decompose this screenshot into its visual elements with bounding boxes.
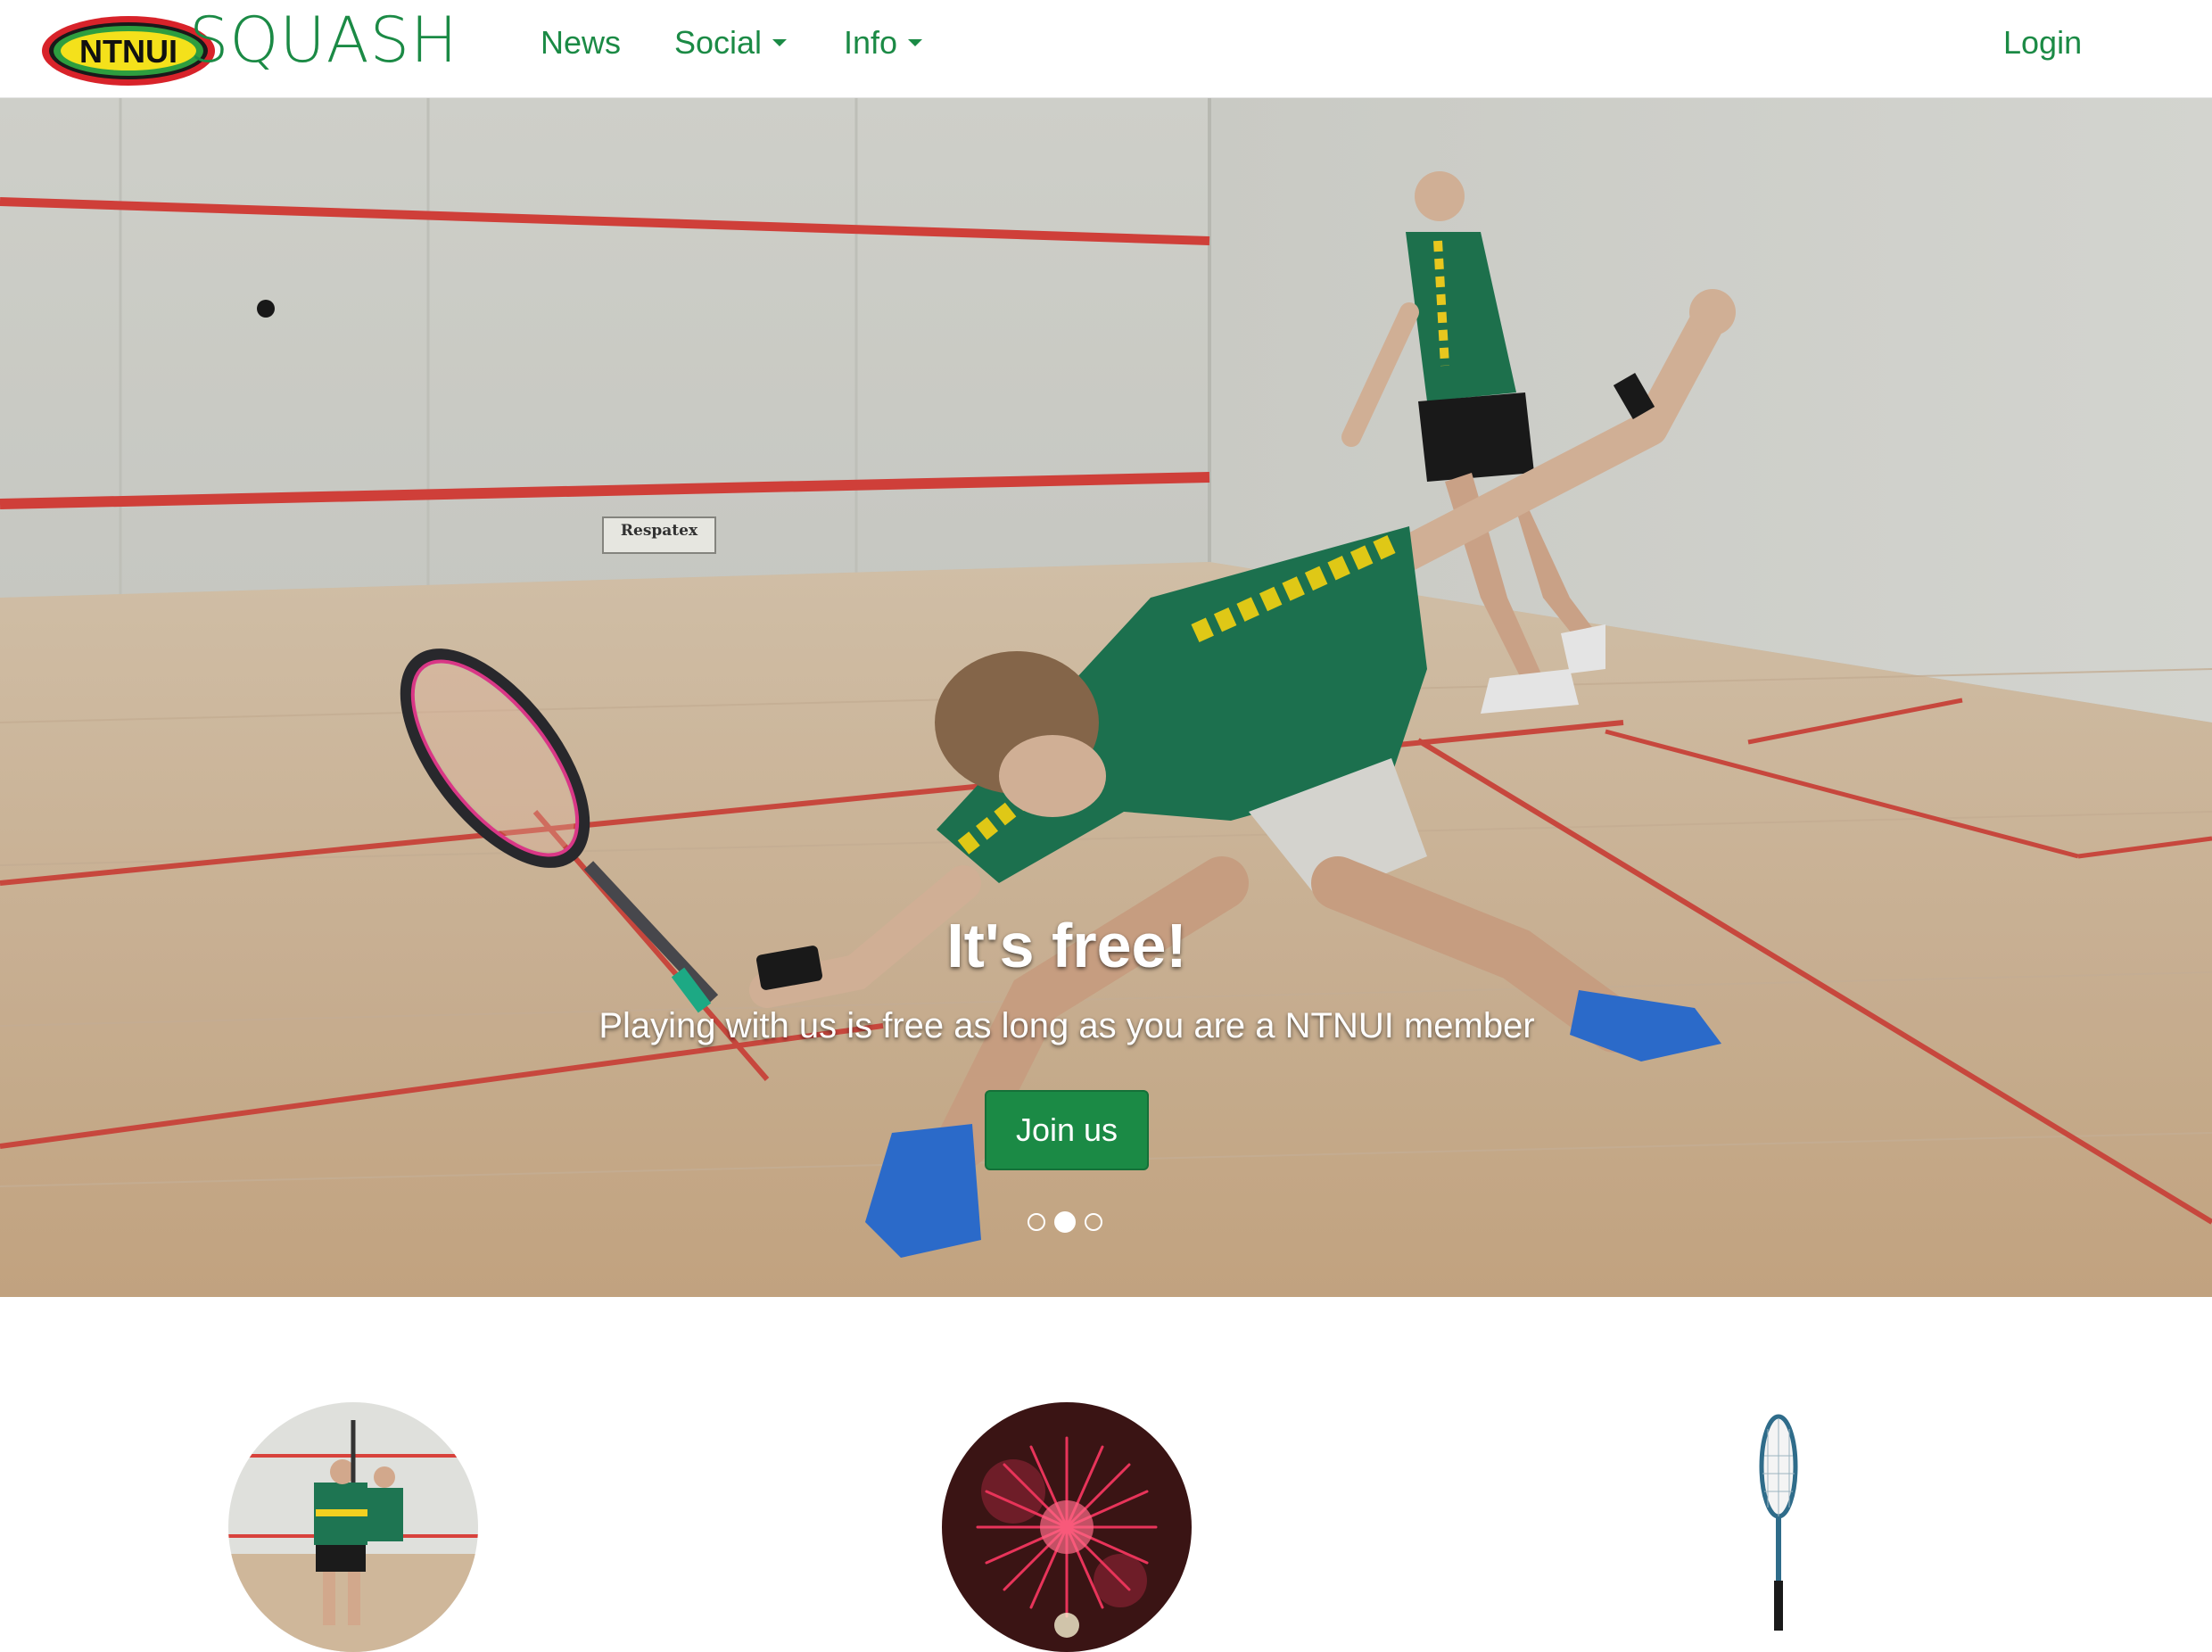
chevron-down-icon	[772, 39, 788, 46]
carousel-indicator-3[interactable]	[1085, 1213, 1102, 1231]
carousel-indicator-2[interactable]	[1054, 1211, 1076, 1233]
nav-info-label: Info	[844, 24, 898, 61]
nav-news-label: News	[541, 24, 622, 61]
top-navbar: NTNUI SQUASH News Social Info Login	[0, 0, 2212, 98]
nav-social-label: Social	[674, 24, 763, 61]
logo-text: NTNUI	[79, 33, 177, 70]
carousel-caption-text: Playing with us is free as long as you a…	[598, 1006, 1535, 1045]
carousel-caption-title: It's free!	[946, 911, 1187, 980]
login-label: Login	[2003, 24, 2083, 61]
feature-image-players	[228, 1402, 478, 1652]
brand-name[interactable]: SQUASH	[189, 4, 458, 77]
login-link[interactable]: Login	[2003, 20, 2082, 66]
feature-image-fireworks	[942, 1402, 1192, 1652]
nav-info-dropdown[interactable]: Info	[844, 20, 923, 66]
carousel-indicator-1[interactable]	[1028, 1213, 1045, 1231]
nav-news[interactable]: News	[541, 20, 621, 66]
chevron-down-icon	[908, 39, 923, 46]
hero-carousel[interactable]: Respatex It's free! Playing with us is f…	[0, 98, 2212, 1297]
nav-social-dropdown[interactable]: Social	[674, 20, 788, 66]
join-us-button[interactable]: Join us	[985, 1090, 1149, 1170]
feature-image-racket	[1654, 1402, 1903, 1652]
carousel-indicators	[1028, 1211, 1102, 1233]
